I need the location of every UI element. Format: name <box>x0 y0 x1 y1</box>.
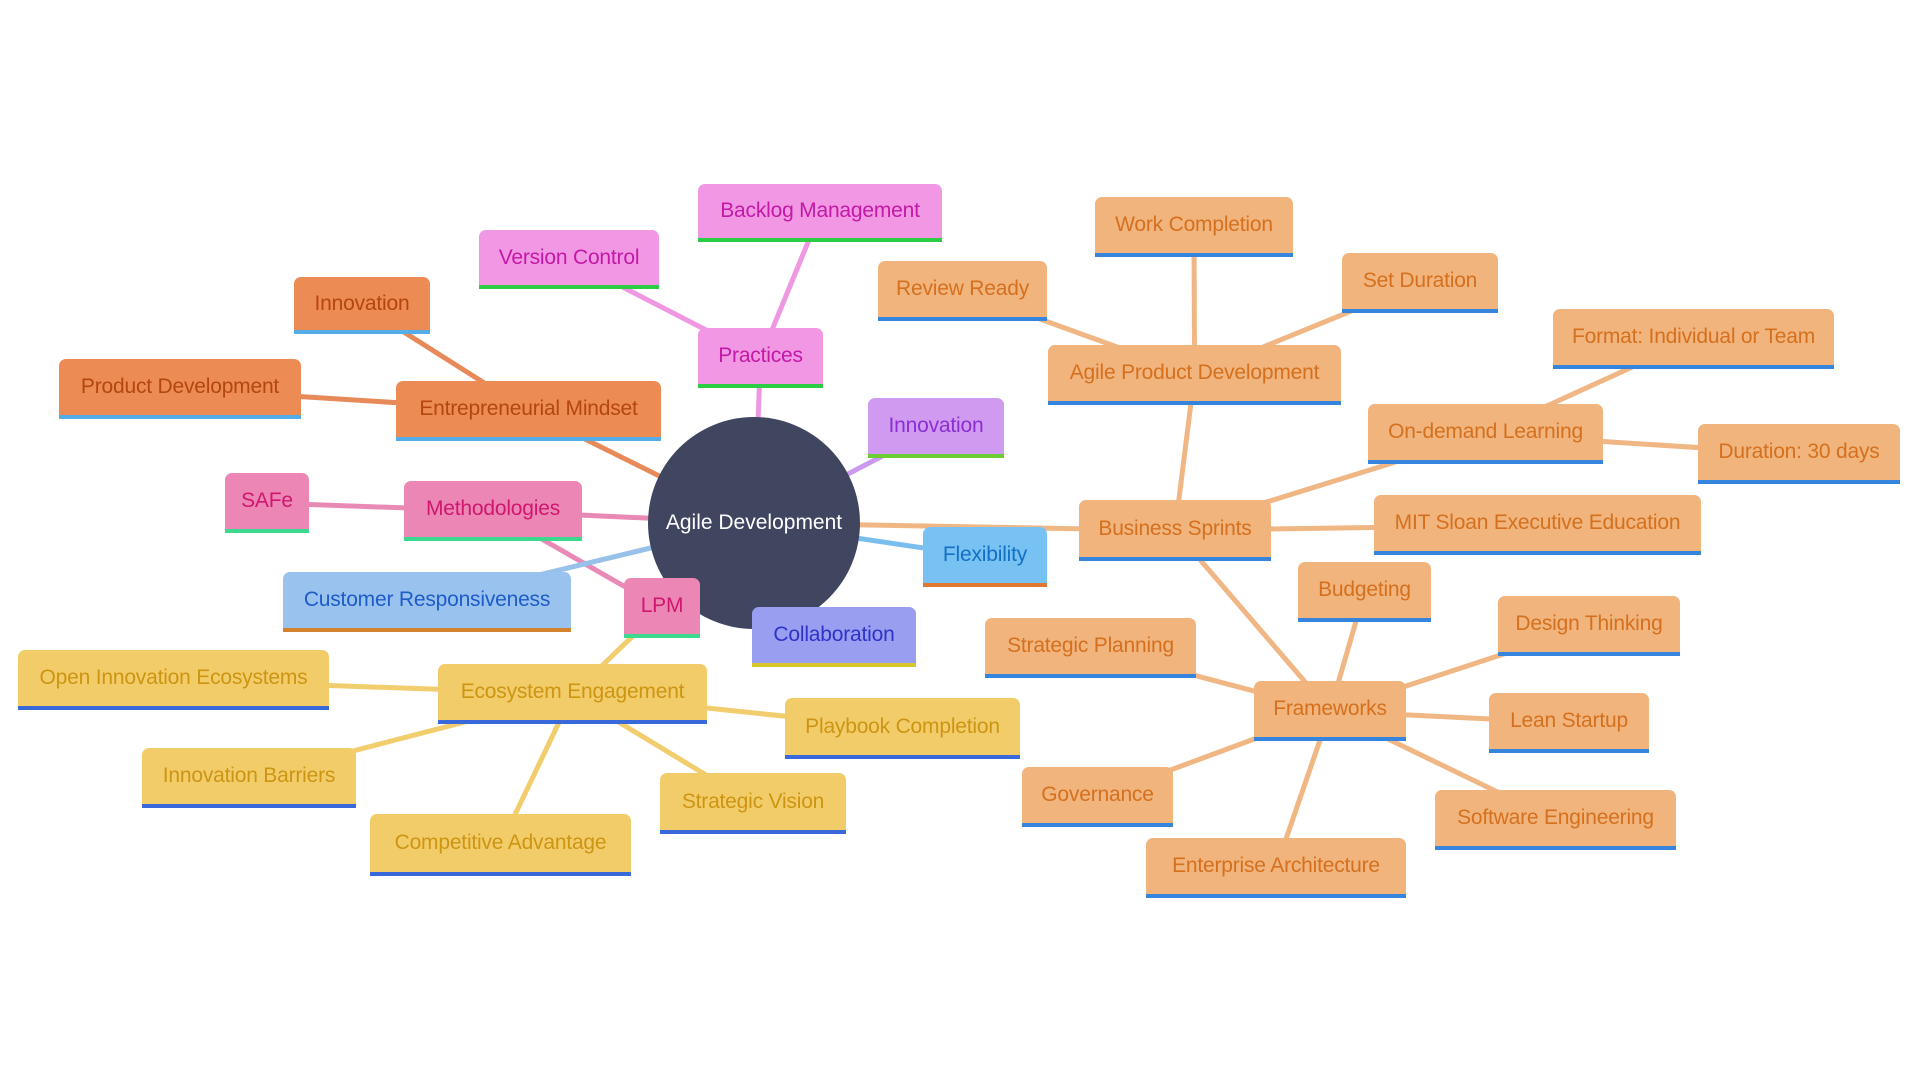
node-label: Strategic Planning <box>1007 634 1174 657</box>
node-label: Governance <box>1041 783 1154 806</box>
node-backlog-management[interactable]: Backlog Management <box>698 184 942 242</box>
node-label: Playbook Completion <box>805 714 1000 738</box>
node-label: Work Completion <box>1115 213 1273 236</box>
node-ecosystem-engagement[interactable]: Ecosystem Engagement <box>438 664 707 724</box>
node-customer-responsiveness[interactable]: Customer Responsiveness <box>283 572 571 632</box>
node-lean-startup[interactable]: Lean Startup <box>1489 693 1649 753</box>
node-label: Strategic Vision <box>681 789 825 813</box>
node-product-development[interactable]: Product Development <box>59 359 301 419</box>
node-label: Entrepreneurial Mindset <box>419 397 638 420</box>
node-frameworks[interactable]: Frameworks <box>1254 681 1406 741</box>
node-open-innovation[interactable]: Open Innovation Ecosystems <box>18 650 329 710</box>
node-label: Flexibility <box>942 543 1028 566</box>
node-software-engineering[interactable]: Software Engineering <box>1435 790 1676 850</box>
node-budgeting[interactable]: Budgeting <box>1298 562 1431 622</box>
node-label: SAFe <box>241 489 293 512</box>
node-innovation-em[interactable]: Innovation <box>294 277 430 334</box>
node-label: Practices <box>718 344 803 367</box>
node-label: Ecosystem Engagement <box>460 680 685 703</box>
node-label: Methodologies <box>426 497 560 520</box>
node-label: MIT Sloan Executive Education <box>1394 511 1681 534</box>
node-innovation-barriers[interactable]: Innovation Barriers <box>142 748 356 808</box>
node-label: Review Ready <box>896 277 1029 300</box>
node-label: Open Innovation Ecosystems <box>39 666 308 689</box>
node-methodologies[interactable]: Methodologies <box>404 481 582 541</box>
node-playbook-completion[interactable]: Playbook Completion <box>785 698 1020 759</box>
node-label: Software Engineering <box>1457 806 1654 829</box>
node-review-ready[interactable]: Review Ready <box>878 261 1047 321</box>
node-label: Business Sprints <box>1098 516 1252 540</box>
node-label: Budgeting <box>1318 578 1411 601</box>
node-flexibility[interactable]: Flexibility <box>923 527 1047 587</box>
node-duration[interactable]: Duration: 30 days <box>1698 424 1900 484</box>
node-label: Innovation <box>314 291 410 315</box>
node-collaboration[interactable]: Collaboration <box>752 607 916 667</box>
node-label: Version Control <box>498 245 640 269</box>
node-label: Innovation <box>888 414 984 437</box>
node-label: Innovation Barriers <box>162 764 336 787</box>
node-label: Design Thinking <box>1515 612 1663 635</box>
node-label: Customer Responsiveness <box>303 588 551 611</box>
node-label: LPM <box>640 594 684 617</box>
node-label: Collaboration <box>773 623 895 646</box>
node-label: On-demand Learning <box>1388 420 1583 443</box>
node-label: Format: Individual or Team <box>1571 325 1816 348</box>
node-lpm[interactable]: LPM <box>624 578 700 638</box>
node-label: Duration: 30 days <box>1718 440 1880 463</box>
node-governance[interactable]: Governance <box>1022 767 1173 827</box>
node-label: Lean Startup <box>1510 709 1628 732</box>
node-agile-product-development[interactable]: Agile Product Development <box>1048 345 1341 405</box>
node-strategic-planning[interactable]: Strategic Planning <box>985 618 1196 678</box>
node-label: Backlog Management <box>720 199 920 222</box>
node-label: Product Development <box>80 375 280 398</box>
node-strategic-vision[interactable]: Strategic Vision <box>660 773 846 834</box>
node-on-demand-learning[interactable]: On-demand Learning <box>1368 404 1603 464</box>
node-label: Agile Product Development <box>1069 361 1320 384</box>
node-practices[interactable]: Practices <box>698 328 823 388</box>
node-version-control[interactable]: Version Control <box>479 230 659 289</box>
node-label: Competitive Advantage <box>394 831 607 854</box>
node-business-sprints[interactable]: Business Sprints <box>1079 500 1271 561</box>
node-entrepreneurial-mindset[interactable]: Entrepreneurial Mindset <box>396 381 661 441</box>
node-set-duration[interactable]: Set Duration <box>1342 253 1498 313</box>
node-innovation[interactable]: Innovation <box>868 398 1004 458</box>
node-competitive-advantage[interactable]: Competitive Advantage <box>370 814 631 876</box>
node-label: Frameworks <box>1273 697 1387 720</box>
node-design-thinking[interactable]: Design Thinking <box>1498 596 1680 656</box>
root-label: Agile Development <box>665 511 843 534</box>
node-label: Set Duration <box>1362 269 1478 292</box>
node-format[interactable]: Format: Individual or Team <box>1553 309 1834 369</box>
node-label: Enterprise Architecture <box>1172 854 1380 877</box>
node-safe[interactable]: SAFe <box>225 473 309 533</box>
node-mit-sloan[interactable]: MIT Sloan Executive Education <box>1374 495 1701 555</box>
node-enterprise-architecture[interactable]: Enterprise Architecture <box>1146 838 1406 898</box>
node-work-completion[interactable]: Work Completion <box>1095 197 1293 257</box>
